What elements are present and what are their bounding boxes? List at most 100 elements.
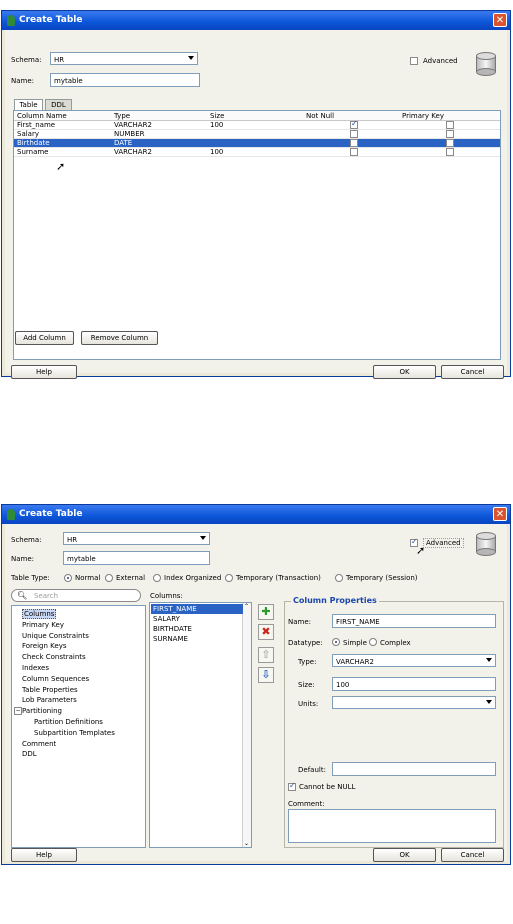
- tree-item[interactable]: Check Constraints: [22, 653, 86, 661]
- help-button[interactable]: Help: [11, 848, 77, 862]
- datatype-simple-radio[interactable]: [332, 638, 340, 646]
- default-input[interactable]: [332, 762, 496, 776]
- schema-label: Schema:: [11, 56, 42, 64]
- tree-item[interactable]: Columns: [22, 609, 57, 619]
- cell-column-name: Birthdate: [17, 139, 50, 147]
- move-up-button[interactable]: ⇧: [258, 647, 274, 663]
- header-type: Type: [114, 112, 131, 120]
- add-column-button[interactable]: ✚: [258, 604, 274, 620]
- columns-list: ⌃ ⌄ FIRST_NAME SALARY BIRTHDATE SURNAME: [149, 602, 252, 848]
- tree-item-label: Unique Constraints: [22, 631, 89, 640]
- search-field[interactable]: 🔍︎ Search: [11, 589, 141, 602]
- schema-select[interactable]: HR: [50, 52, 198, 65]
- columns-label: Columns:: [150, 592, 183, 600]
- tree-item[interactable]: Lob Parameters: [22, 696, 77, 704]
- remove-column-button[interactable]: ✖: [258, 624, 274, 640]
- list-scrollbar[interactable]: ⌃ ⌄: [242, 603, 251, 847]
- units-label: Units:: [298, 700, 319, 708]
- tree-item[interactable]: Table Properties: [22, 686, 78, 694]
- help-button[interactable]: Help: [11, 365, 77, 379]
- cancel-button[interactable]: Cancel: [441, 365, 504, 379]
- tree-item[interactable]: Partition Definitions: [34, 718, 103, 726]
- close-icon[interactable]: ✕: [493, 507, 507, 521]
- tree-item[interactable]: Primary Key: [22, 621, 64, 629]
- table-name-input[interactable]: mytable: [63, 551, 210, 565]
- tab-ddl[interactable]: DDL: [45, 99, 72, 110]
- tree-item[interactable]: − Partitioning: [14, 707, 62, 716]
- database-icon: [476, 532, 496, 556]
- schema-label: Schema:: [11, 536, 42, 544]
- advanced-checkbox[interactable]: [410, 57, 418, 65]
- column-properties-title: Column Properties: [291, 596, 379, 605]
- list-item[interactable]: BIRTHDATE: [151, 624, 243, 634]
- units-select[interactable]: [332, 696, 496, 709]
- table-row[interactable]: Salary NUMBER: [14, 130, 500, 139]
- tree-item-label: Partitioning: [22, 707, 62, 716]
- table-type-normal-radio[interactable]: [64, 574, 72, 582]
- tree-item[interactable]: Indexes: [22, 664, 49, 672]
- table-type-normal-label: Normal: [75, 574, 101, 582]
- chevron-down-icon: [200, 536, 206, 540]
- close-icon[interactable]: ✕: [493, 13, 507, 27]
- tree-item[interactable]: Unique Constraints: [22, 632, 89, 640]
- primary-key-checkbox[interactable]: [446, 130, 454, 138]
- cp-name-input[interactable]: FIRST_NAME: [332, 614, 496, 628]
- table-type-temp-session-label: Temporary (Session): [346, 574, 418, 582]
- size-input[interactable]: 100: [332, 677, 496, 691]
- not-null-checkbox[interactable]: [350, 119, 358, 129]
- ok-button[interactable]: OK: [373, 848, 436, 862]
- table-type-temp-transaction-radio[interactable]: [225, 574, 233, 582]
- tab-table[interactable]: Table: [14, 99, 43, 110]
- not-null-checkbox[interactable]: [350, 130, 358, 138]
- advanced-label: Advanced: [423, 57, 458, 65]
- title-bar: Create Table ✕: [2, 505, 510, 524]
- datatype-complex-radio[interactable]: [369, 638, 377, 646]
- scroll-up-icon[interactable]: ⌃: [244, 603, 249, 610]
- header-size: Size: [210, 112, 225, 120]
- add-column-button[interactable]: Add Column: [15, 331, 74, 345]
- tree-item-label: DDL: [22, 750, 37, 759]
- move-down-button[interactable]: ⇩: [258, 667, 274, 683]
- table-row[interactable]: Surname VARCHAR2 100: [14, 148, 500, 157]
- tree-item-label: Foreign Keys: [22, 642, 67, 651]
- cell-type: VARCHAR2: [114, 148, 152, 156]
- schema-select[interactable]: HR: [63, 532, 210, 545]
- table-type-external-label: External: [116, 574, 146, 582]
- type-select[interactable]: VARCHAR2: [332, 654, 496, 667]
- ok-button[interactable]: OK: [373, 365, 436, 379]
- collapse-icon[interactable]: −: [14, 707, 22, 716]
- cannot-be-null-checkbox[interactable]: [288, 781, 296, 791]
- table-type-index-organized-radio[interactable]: [153, 574, 161, 582]
- tree-item-label: Partition Definitions: [34, 718, 103, 726]
- table-row[interactable]: Birthdate DATE: [14, 139, 500, 148]
- scroll-down-icon[interactable]: ⌄: [244, 840, 249, 847]
- not-null-checkbox[interactable]: [350, 148, 358, 156]
- table-type-external-radio[interactable]: [105, 574, 113, 582]
- primary-key-checkbox[interactable]: [446, 148, 454, 156]
- table-type-label: Table Type:: [11, 574, 50, 582]
- table-name-input[interactable]: mytable: [50, 73, 200, 87]
- table-row[interactable]: First_name VARCHAR2 100: [14, 119, 500, 130]
- list-item[interactable]: SALARY: [151, 614, 243, 624]
- cell-size: 100: [210, 121, 224, 129]
- comment-textarea[interactable]: [288, 809, 496, 843]
- cell-type: DATE: [114, 139, 133, 147]
- primary-key-checkbox[interactable]: [446, 139, 454, 147]
- cancel-button[interactable]: Cancel: [441, 848, 504, 862]
- table-type-temp-session-radio[interactable]: [335, 574, 343, 582]
- tree-item[interactable]: Comment: [22, 740, 56, 748]
- tree-item-label: Lob Parameters: [22, 696, 77, 705]
- list-item[interactable]: FIRST_NAME: [151, 604, 243, 614]
- primary-key-checkbox[interactable]: [446, 121, 454, 129]
- create-table-dialog-basic: Create Table ✕ Schema: HR Name: mytable …: [1, 10, 511, 379]
- cannot-be-null-label: Cannot be NULL: [299, 783, 356, 791]
- tree-item[interactable]: Foreign Keys: [22, 642, 66, 650]
- remove-column-button[interactable]: Remove Column: [81, 331, 158, 345]
- tree-item[interactable]: DDL: [22, 750, 37, 758]
- tree-item[interactable]: Subpartition Templates: [34, 729, 115, 737]
- tree-item-label: Primary Key: [22, 620, 64, 629]
- list-item[interactable]: SURNAME: [151, 634, 243, 644]
- create-table-dialog-advanced: Create Table ✕ Schema: HR Name: mytable …: [1, 504, 511, 865]
- not-null-checkbox[interactable]: [350, 139, 358, 147]
- tree-item[interactable]: Column Sequences: [22, 675, 89, 683]
